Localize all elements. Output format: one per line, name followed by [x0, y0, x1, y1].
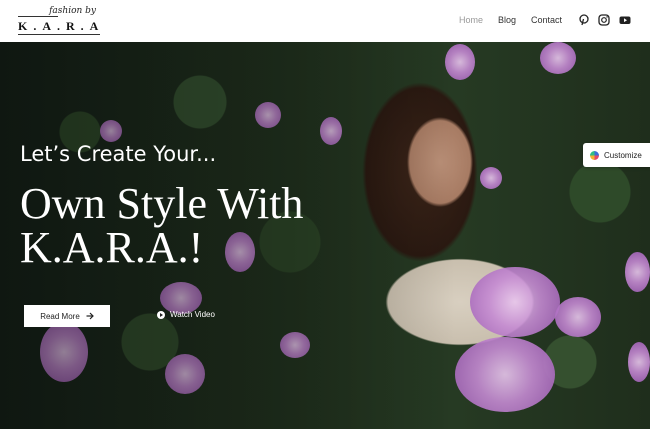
site-header: fashion by K.A.R.A Home Blog Contact [0, 0, 650, 42]
read-more-button[interactable]: Read More [24, 305, 110, 327]
nav-item-home[interactable]: Home [459, 15, 483, 25]
play-icon [157, 310, 165, 319]
arrow-right-icon [86, 312, 94, 320]
hero-section: Let’s Create Your... Own Style With K.A.… [0, 42, 650, 429]
logo-script-text: fashion by [49, 6, 96, 16]
nav-item-blog[interactable]: Blog [498, 15, 516, 25]
pinterest-icon[interactable] [578, 14, 590, 26]
read-more-label: Read More [40, 311, 80, 321]
customize-label: Customize [604, 150, 642, 160]
customize-button[interactable]: Customize [583, 143, 650, 167]
watch-video-link[interactable]: Watch Video [157, 310, 215, 319]
logo-underline [18, 34, 100, 35]
palette-icon [590, 150, 599, 160]
hero-title: Own Style With K.A.R.A.! [20, 179, 304, 272]
hero-subtitle: Let’s Create Your... [20, 142, 217, 166]
watch-video-label: Watch Video [170, 310, 215, 319]
site-logo[interactable]: fashion by K.A.R.A [18, 6, 100, 36]
logo-line [18, 16, 58, 17]
logo-main-text: K.A.R.A [18, 19, 105, 33]
nav-item-contact[interactable]: Contact [531, 15, 562, 25]
youtube-icon[interactable] [619, 14, 631, 26]
instagram-icon[interactable] [598, 14, 610, 26]
